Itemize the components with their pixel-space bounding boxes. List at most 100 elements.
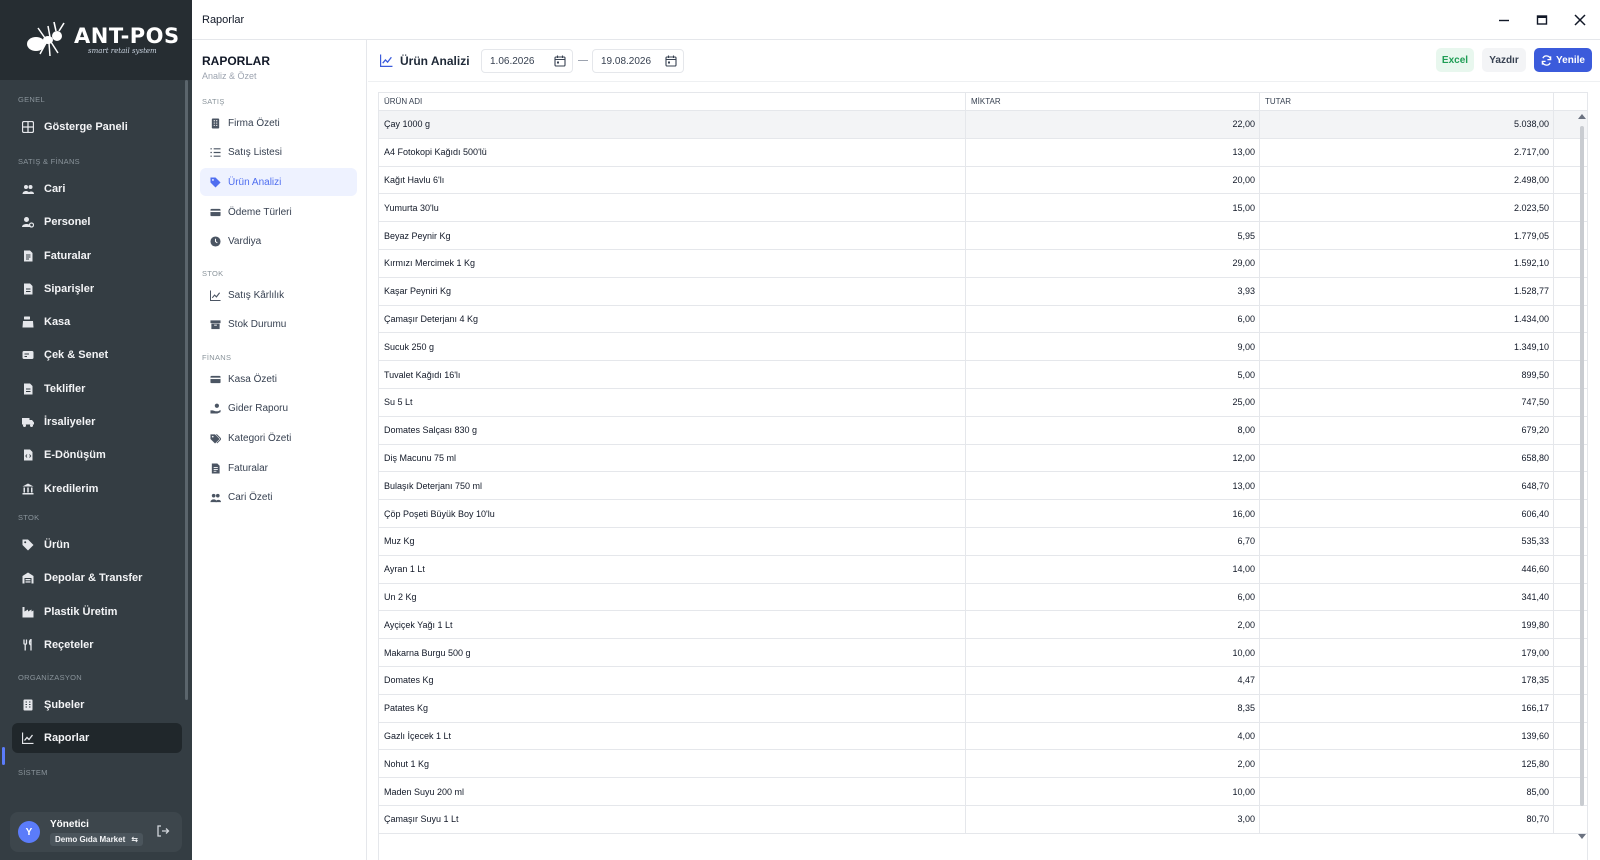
- sidebar-item-plastik-uretim[interactable]: Plastik Üretim: [12, 597, 182, 627]
- store-name: Demo Gıda Market: [55, 834, 126, 844]
- table-row[interactable]: Kaşar Peyniri Kg 3,93 1.528,77: [379, 277, 1587, 306]
- start-date-input[interactable]: 1.06.2026: [481, 49, 573, 73]
- report-item-faturalar[interactable]: Faturalar: [200, 454, 357, 482]
- excel-button[interactable]: Excel: [1436, 48, 1474, 72]
- cell-product-name: Maden Suyu 200 ml: [379, 778, 966, 805]
- sidebar-item-label: Personel: [44, 216, 91, 229]
- table-scrollbar[interactable]: [1577, 112, 1587, 852]
- table-row[interactable]: Maden Suyu 200 ml 10,00 85,00: [379, 778, 1587, 806]
- table-row[interactable]: Domates Kg 4,47 178,35: [379, 666, 1587, 695]
- building-icon: [210, 117, 221, 129]
- scroll-up-icon[interactable]: [1578, 114, 1586, 119]
- table-row[interactable]: Patates Kg 8,35 166,17: [379, 694, 1587, 723]
- report-item-label: Firma Özeti: [228, 117, 280, 129]
- table-row[interactable]: Çöp Poşeti Büyük Boy 10'lu 16,00 606,40: [379, 500, 1587, 528]
- column-header-product[interactable]: ÜRÜN ADI: [379, 93, 966, 110]
- cell-quantity: 6,00: [966, 583, 1260, 611]
- sidebar-item-label: Depolar & Transfer: [44, 572, 143, 585]
- dashboard-icon: [22, 121, 34, 133]
- sidebar-item-depolar-transfer[interactable]: Depolar & Transfer: [12, 563, 182, 593]
- table-row[interactable]: Sucuk 250 g 9,00 1.349,10: [379, 333, 1587, 362]
- cell-amount: 606,40: [1260, 500, 1554, 527]
- user-card[interactable]: Y Yönetici Demo Gıda Market ⇆: [10, 812, 182, 852]
- report-item-kasa-ozeti[interactable]: Kasa Özeti: [200, 365, 357, 393]
- minimize-icon[interactable]: [1496, 12, 1512, 28]
- sidebar-item-kredilerim[interactable]: Kredilerim: [12, 474, 182, 504]
- cell-amount: 341,40: [1260, 583, 1554, 611]
- report-item-firma-ozeti[interactable]: Firma Özeti: [200, 109, 357, 137]
- maximize-icon[interactable]: [1534, 12, 1550, 28]
- cell-quantity: 3,00: [966, 805, 1260, 833]
- sidebar-scrollbar[interactable]: [185, 80, 188, 700]
- table-row[interactable]: Kağıt Havlu 6'lı 20,00 2.498,00: [379, 166, 1587, 195]
- table-row[interactable]: Çamaşır Suyu 1 Lt 3,00 80,70: [379, 805, 1587, 834]
- scroll-thumb[interactable]: [1580, 126, 1584, 806]
- table-row[interactable]: Yumurta 30'lu 15,00 2.023,50: [379, 194, 1587, 223]
- report-item-urun-analizi[interactable]: Ürün Analizi: [200, 168, 357, 197]
- table-row[interactable]: Makarna Burgu 500 g 10,00 179,00: [379, 639, 1587, 667]
- sidebar-item-kasa[interactable]: Kasa: [12, 307, 182, 337]
- report-item-cari-ozeti[interactable]: Cari Özeti: [200, 484, 357, 512]
- sidebar-item-siparisler[interactable]: Siparişler: [12, 274, 182, 304]
- column-header-quantity[interactable]: MİKTAR: [966, 93, 1260, 110]
- report-item-satis-listesi[interactable]: Satış Listesi: [200, 139, 357, 167]
- sidebar-item-raporlar[interactable]: Raporlar: [12, 723, 182, 754]
- sidebar-item-receteler[interactable]: Reçeteler: [12, 630, 182, 660]
- store-switcher[interactable]: Demo Gıda Market ⇆: [50, 832, 143, 846]
- cell-amount: 1.779,05: [1260, 222, 1554, 249]
- table-row[interactable]: Un 2 Kg 6,00 341,40: [379, 583, 1587, 612]
- reports-nav: RAPORLAR Analiz & Özet SATIŞ Firma Özeti…: [192, 40, 367, 860]
- cell-quantity: 4,00: [966, 722, 1260, 750]
- cell-quantity: 4,47: [966, 666, 1260, 694]
- report-item-satis-karlilik[interactable]: Satış Kârlılık: [200, 281, 357, 309]
- sidebar-item-subeler[interactable]: Şubeler: [12, 690, 182, 720]
- sidebar-item-teklifler[interactable]: Teklifler: [12, 374, 182, 404]
- table-row[interactable]: Muz Kg 6,70 535,33: [379, 527, 1587, 556]
- sidebar-section-satis-finans: SATIŞ & FİNANS: [18, 157, 80, 166]
- sidebar-item-cek-senet[interactable]: Çek & Senet: [12, 340, 182, 370]
- print-button[interactable]: Yazdır: [1482, 48, 1526, 72]
- table-row[interactable]: Domates Salçası 830 g 8,00 679,20: [379, 416, 1587, 445]
- table-row[interactable]: A4 Fotokopi Kağıdı 500'lü 13,00 2.717,00: [379, 138, 1587, 167]
- table-row[interactable]: Su 5 Lt 25,00 747,50: [379, 388, 1587, 417]
- report-item-stok-durumu[interactable]: Stok Durumu: [200, 311, 357, 339]
- cell-quantity: 29,00: [966, 249, 1260, 277]
- report-item-kategori-ozeti[interactable]: Kategori Özeti: [200, 424, 357, 452]
- calendar-icon[interactable]: [665, 55, 677, 67]
- column-header-amount[interactable]: TUTAR: [1260, 93, 1554, 110]
- sidebar-item-label: Siparişler: [44, 282, 95, 295]
- cell-product-name: Nohut 1 Kg: [379, 750, 966, 778]
- cell-amount: 679,20: [1260, 416, 1554, 444]
- table-row[interactable]: Ayran 1 Lt 14,00 446,60: [379, 555, 1587, 584]
- clock-icon: [210, 236, 221, 247]
- report-item-gider-raporu[interactable]: Gider Raporu: [200, 395, 357, 423]
- table-row[interactable]: Tuvalet Kağıdı 16'lı 5,00 899,50: [379, 361, 1587, 389]
- cell-product-name: Kaşar Peyniri Kg: [379, 277, 966, 305]
- sidebar-item-gosterge-paneli[interactable]: Gösterge Paneli: [12, 112, 182, 142]
- report-item-odeme-turleri[interactable]: Ödeme Türleri: [200, 198, 357, 226]
- table-row[interactable]: Ayçiçek Yağı 1 Lt 2,00 199,80: [379, 611, 1587, 640]
- cell-product-name: Kağıt Havlu 6'lı: [379, 166, 966, 194]
- refresh-button[interactable]: Yenile: [1534, 48, 1592, 72]
- table-row[interactable]: Nohut 1 Kg 2,00 125,80: [379, 750, 1587, 779]
- logout-icon[interactable]: [156, 824, 170, 838]
- sidebar-item-irsaliyeler[interactable]: İrsaliyeler: [12, 407, 182, 437]
- sidebar-item-personel[interactable]: Personel: [12, 207, 182, 237]
- table-row[interactable]: Kırmızı Mercimek 1 Kg 29,00 1.592,10: [379, 249, 1587, 278]
- table-row[interactable]: Bulaşık Deterjanı 750 ml 13,00 648,70: [379, 472, 1587, 501]
- cell-quantity: 2,00: [966, 611, 1260, 639]
- report-item-vardiya[interactable]: Vardiya: [200, 228, 357, 256]
- table-row[interactable]: Beyaz Peynir Kg 5,95 1.779,05: [379, 222, 1587, 250]
- close-icon[interactable]: [1572, 12, 1588, 28]
- scroll-down-icon[interactable]: [1578, 834, 1586, 839]
- table-row[interactable]: Gazlı İçecek 1 Lt 4,00 139,60: [379, 722, 1587, 751]
- end-date-input[interactable]: 19.08.2026: [592, 49, 684, 73]
- sidebar-item-cari[interactable]: Cari: [12, 174, 182, 204]
- table-row[interactable]: Çamaşır Deterjanı 4 Kg 6,00 1.434,00: [379, 305, 1587, 334]
- table-row[interactable]: Diş Macunu 75 ml 12,00 658,80: [379, 444, 1587, 473]
- calendar-icon[interactable]: [554, 55, 566, 67]
- sidebar-item-urun[interactable]: Ürün: [12, 530, 182, 560]
- table-row[interactable]: Çay 1000 g 22,00 5.038,00: [379, 111, 1587, 139]
- sidebar-item-faturalar[interactable]: Faturalar: [12, 241, 182, 271]
- sidebar-item-e-donusum[interactable]: E-Dönüşüm: [12, 440, 182, 470]
